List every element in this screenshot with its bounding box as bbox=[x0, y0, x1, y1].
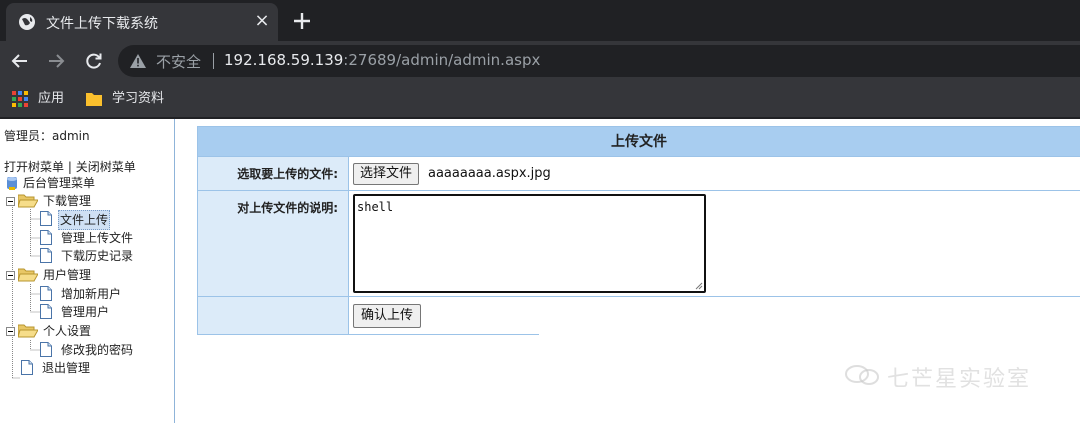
form-title: 上传文件 bbox=[198, 127, 1080, 157]
tree-root-label: 后台管理菜单 bbox=[23, 176, 96, 190]
collapse-minus-icon[interactable] bbox=[6, 327, 15, 336]
page-icon bbox=[40, 342, 52, 357]
collapse-minus-icon[interactable] bbox=[6, 271, 15, 280]
row-bottom-rule bbox=[349, 334, 539, 335]
tree-item-label: 管理用户 bbox=[61, 305, 110, 319]
tree-item-label: 增加新用户 bbox=[61, 287, 122, 301]
bookmark-folder[interactable]: 学习资料 bbox=[86, 89, 176, 109]
tree-item-label: 退出管理 bbox=[42, 361, 91, 375]
tree-group-label: 下载管理 bbox=[43, 194, 92, 208]
left-menu-frame: 管理员：admin 打开树菜单 | 关闭树菜单 后台管理菜单 下载管理 文件上传… bbox=[0, 119, 175, 423]
tab-title: 文件上传下载系统 bbox=[46, 16, 158, 32]
close-tab-icon[interactable]: × bbox=[252, 11, 272, 31]
tree-group-label: 个人设置 bbox=[43, 324, 92, 338]
page-icon bbox=[40, 230, 52, 245]
tree-item-label: 管理上传文件 bbox=[61, 231, 134, 245]
submit-row: 确认上传 bbox=[198, 297, 1080, 335]
database-icon bbox=[7, 177, 17, 190]
back-icon[interactable] bbox=[10, 51, 30, 71]
file-row: 选取要上传的文件: 选择文件 aaaaaaaa.aspx.jpg bbox=[198, 157, 1080, 191]
file-cell: 选择文件 aaaaaaaa.aspx.jpg bbox=[349, 157, 1080, 190]
new-tab-icon[interactable] bbox=[290, 9, 314, 33]
tree-item-label: 文件上传 bbox=[58, 210, 111, 230]
bookmark-apps[interactable]: 应用 bbox=[12, 89, 72, 109]
reload-icon[interactable] bbox=[84, 51, 104, 71]
bookmark-label: 学习资料 bbox=[112, 91, 165, 106]
address-bar[interactable]: 不安全 192.168.59.139:27689/admin/admin.asp… bbox=[118, 45, 1080, 77]
insecure-label: 不安全 bbox=[156, 53, 202, 71]
description-row: 对上传文件的说明: shell bbox=[198, 191, 1080, 297]
url-text: 192.168.59.139:27689/admin/admin.aspx bbox=[224, 51, 540, 69]
collapse-minus-icon[interactable] bbox=[6, 197, 15, 206]
warning-icon bbox=[130, 54, 146, 68]
submit-cell: 确认上传 bbox=[349, 297, 1080, 335]
url-path: :27689/admin/admin.aspx bbox=[343, 51, 541, 69]
page-icon bbox=[40, 286, 52, 301]
bookmarks-bar: 应用 学习资料 bbox=[0, 81, 1080, 117]
page-content: 管理员：admin 打开树菜单 | 关闭树菜单 后台管理菜单 下载管理 文件上传… bbox=[0, 119, 1080, 423]
apps-grid-icon bbox=[12, 91, 28, 107]
selected-file-name: aaaaaaaa.aspx.jpg bbox=[428, 166, 551, 181]
tree-item-label: 修改我的密码 bbox=[61, 343, 134, 357]
file-label: 选取要上传的文件: bbox=[198, 157, 349, 190]
tree-item-label: 下载历史记录 bbox=[61, 249, 134, 263]
browser-tab[interactable]: 文件上传下载系统 × bbox=[6, 3, 278, 41]
forward-icon[interactable] bbox=[46, 51, 66, 71]
description-textarea[interactable]: shell bbox=[353, 194, 706, 293]
url-host: 192.168.59.139 bbox=[224, 51, 344, 69]
description-cell: shell bbox=[349, 191, 1080, 296]
page-icon bbox=[40, 304, 52, 319]
globe-icon bbox=[19, 14, 35, 30]
omnibox-divider bbox=[213, 53, 214, 69]
bookmark-label: 应用 bbox=[38, 91, 65, 106]
resize-handle-icon[interactable] bbox=[694, 281, 703, 290]
folder-open-icon bbox=[18, 268, 38, 282]
tree-group-label: 用户管理 bbox=[43, 268, 92, 282]
watermark-text: 七芒星实验室 bbox=[887, 367, 1032, 392]
description-text: shell bbox=[357, 200, 394, 214]
folder-icon bbox=[86, 93, 102, 106]
submit-upload-button[interactable]: 确认上传 bbox=[353, 304, 422, 328]
upload-form: 上传文件 选取要上传的文件: 选择文件 aaaaaaaa.aspx.jpg 对上… bbox=[197, 126, 1080, 335]
choose-file-button[interactable]: 选择文件 bbox=[353, 163, 420, 185]
page-icon bbox=[40, 248, 52, 263]
submit-label-cell bbox=[198, 297, 349, 335]
page-icon bbox=[40, 211, 52, 226]
browser-tab-strip: 文件上传下载系统 × bbox=[0, 0, 1080, 41]
wechat-logo-icon bbox=[845, 365, 879, 385]
page-icon bbox=[21, 360, 33, 375]
folder-open-icon bbox=[18, 324, 38, 338]
description-label: 对上传文件的说明: bbox=[198, 191, 349, 296]
folder-open-icon bbox=[18, 194, 38, 208]
browser-toolbar: 不安全 192.168.59.139:27689/admin/admin.asp… bbox=[0, 41, 1080, 81]
